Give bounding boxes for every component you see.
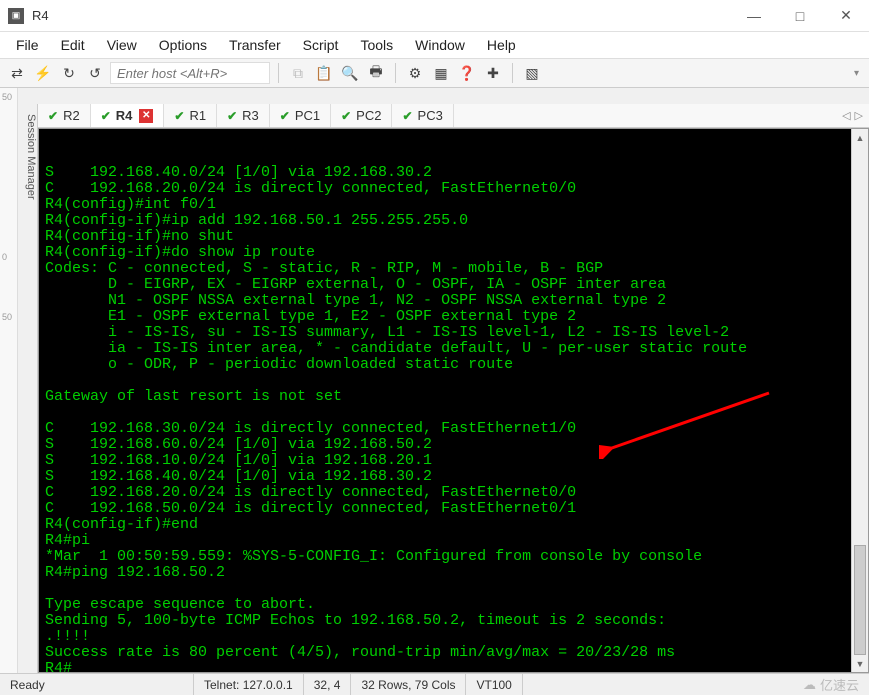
- check-icon: ✔: [227, 109, 237, 123]
- tab-r1[interactable]: ✔ R1: [164, 104, 217, 127]
- terminal-pane: S 192.168.40.0/24 [1/0] via 192.168.30.2…: [38, 128, 869, 673]
- app-icon: ▣: [8, 8, 24, 24]
- reconnect-icon[interactable]: ↻: [58, 62, 80, 84]
- menu-tools[interactable]: Tools: [360, 37, 393, 53]
- scroll-down-icon[interactable]: ▼: [852, 655, 868, 672]
- scroll-up-icon[interactable]: ▲: [852, 129, 868, 146]
- help-icon[interactable]: ❓: [456, 62, 478, 84]
- menu-file[interactable]: File: [16, 37, 39, 53]
- tab-label: PC2: [356, 108, 381, 123]
- terminal-text: S 192.168.40.0/24 [1/0] via 192.168.30.2…: [45, 165, 845, 672]
- session-manager-strip[interactable]: Session Manager: [18, 104, 38, 673]
- tab-strip: ✔ R2 ✔ R4 ✕ ✔ R1 ✔ R3 ✔ PC1 ✔ PC2 ✔ PC3 ◁ ▷: [38, 104, 869, 128]
- disconnect-icon[interactable]: ↺: [84, 62, 106, 84]
- maximize-button[interactable]: □: [777, 0, 823, 32]
- check-icon: ✔: [280, 109, 290, 123]
- status-bar: Ready Telnet: 127.0.0.1 32, 4 32 Rows, 7…: [0, 673, 869, 695]
- toolbar-separator: [512, 63, 513, 83]
- tab-label: PC3: [418, 108, 443, 123]
- quick-icon[interactable]: ⚡: [32, 62, 54, 84]
- status-size: 32 Rows, 79 Cols: [351, 674, 466, 695]
- check-icon: ✔: [174, 109, 184, 123]
- close-window-button[interactable]: ✕: [823, 0, 869, 32]
- copy-icon[interactable]: ⧉: [287, 62, 309, 84]
- check-icon: ✔: [402, 109, 412, 123]
- print-icon[interactable]: 🖶: [365, 62, 387, 84]
- menu-transfer[interactable]: Transfer: [229, 37, 281, 53]
- left-ruler: 50 0 50: [0, 88, 18, 673]
- watermark: ☁ 亿速云: [803, 675, 869, 694]
- status-emulation: VT100: [466, 674, 522, 695]
- tab-label: R1: [189, 108, 206, 123]
- minimize-button[interactable]: —: [731, 0, 777, 32]
- connect-icon[interactable]: ⇄: [6, 62, 28, 84]
- watermark-icon: ☁: [803, 677, 816, 693]
- ruler-tick: 50: [2, 312, 12, 322]
- tab-label: R4: [116, 108, 133, 123]
- settings-icon[interactable]: ⚙: [404, 62, 426, 84]
- tab-nav: ◁ ▷: [836, 104, 869, 127]
- new-icon[interactable]: ✚: [482, 62, 504, 84]
- watermark-text: 亿速云: [820, 675, 859, 694]
- window-title: R4: [32, 8, 49, 23]
- menu-script[interactable]: Script: [303, 37, 339, 53]
- host-input[interactable]: [110, 62, 270, 84]
- tab-r3[interactable]: ✔ R3: [217, 104, 270, 127]
- ruler-tick: 50: [2, 92, 12, 102]
- sessions-icon[interactable]: ▦: [430, 62, 452, 84]
- tab-r2[interactable]: ✔ R2: [38, 104, 91, 127]
- status-ready: Ready: [0, 674, 194, 695]
- tab-label: R2: [63, 108, 80, 123]
- check-icon: ✔: [48, 109, 58, 123]
- status-cursor-pos: 32, 4: [304, 674, 352, 695]
- check-icon: ✔: [101, 109, 111, 123]
- ruler-tick: 0: [2, 252, 7, 262]
- tab-label: PC1: [295, 108, 320, 123]
- menu-window[interactable]: Window: [415, 37, 465, 53]
- tab-label: R3: [242, 108, 259, 123]
- menu-help[interactable]: Help: [487, 37, 516, 53]
- close-tab-icon[interactable]: ✕: [139, 109, 153, 123]
- menu-options[interactable]: Options: [159, 37, 207, 53]
- find-icon[interactable]: 🔍: [339, 62, 361, 84]
- scroll-thumb[interactable]: [854, 545, 866, 655]
- tab-nav-left-icon[interactable]: ◁: [842, 109, 850, 122]
- menu-edit[interactable]: Edit: [61, 37, 85, 53]
- session-manager-label: Session Manager: [25, 114, 37, 200]
- toolbar: ⇄ ⚡ ↻ ↺ ⧉ 📋 🔍 🖶 ⚙ ▦ ❓ ✚ ▧ ▾: [0, 58, 869, 88]
- tab-r4[interactable]: ✔ R4 ✕: [91, 104, 165, 127]
- paste-icon[interactable]: 📋: [313, 62, 335, 84]
- tab-pc1[interactable]: ✔ PC1: [270, 104, 331, 127]
- toolbar-separator: [278, 63, 279, 83]
- menu-bar: File Edit View Options Transfer Script T…: [0, 32, 869, 58]
- tab-pc3[interactable]: ✔ PC3: [392, 104, 453, 127]
- check-icon: ✔: [341, 109, 351, 123]
- menu-view[interactable]: View: [107, 37, 137, 53]
- title-bar: ▣ R4 — □ ✕: [0, 0, 869, 32]
- toolbar-overflow-icon[interactable]: ▾: [850, 68, 863, 79]
- terminal-scrollbar[interactable]: ▲ ▼: [851, 129, 868, 672]
- status-connection: Telnet: 127.0.0.1: [194, 674, 304, 695]
- tab-pc2[interactable]: ✔ PC2: [331, 104, 392, 127]
- terminal-output[interactable]: S 192.168.40.0/24 [1/0] via 192.168.30.2…: [39, 129, 851, 672]
- tab-nav-right-icon[interactable]: ▷: [855, 109, 863, 122]
- extra-icon[interactable]: ▧: [521, 62, 543, 84]
- toolbar-separator: [395, 63, 396, 83]
- window-controls: — □ ✕: [731, 0, 869, 32]
